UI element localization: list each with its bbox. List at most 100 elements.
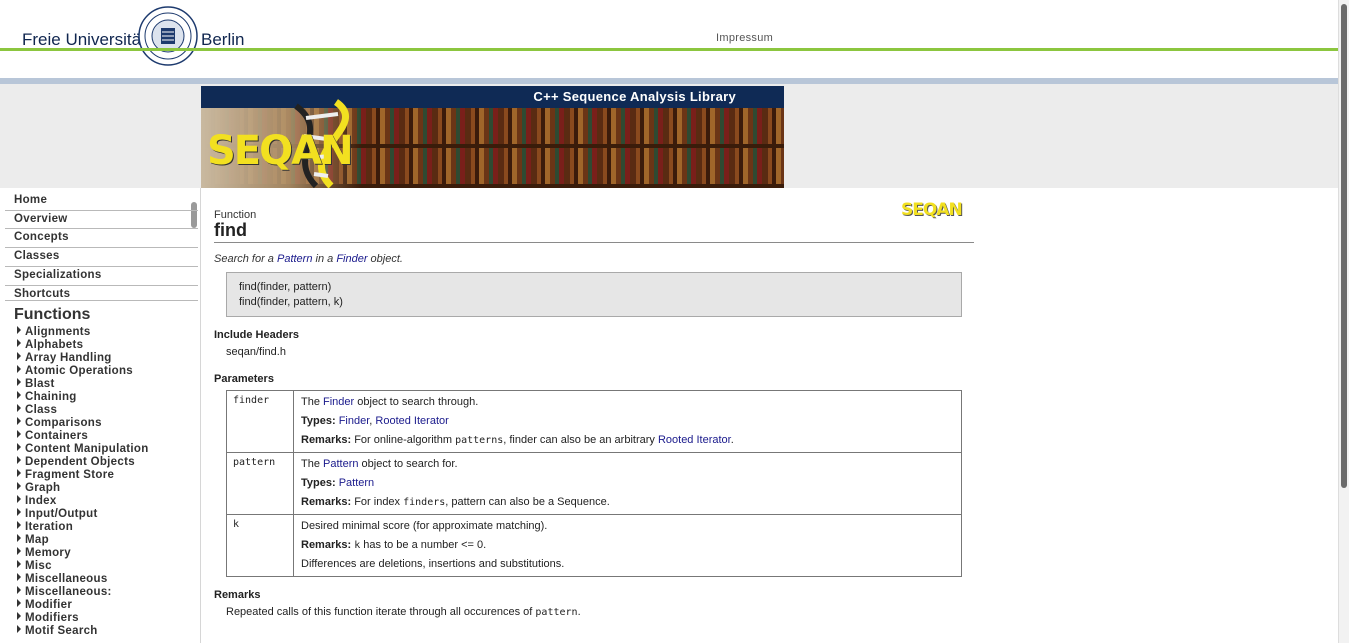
expand-triangle-icon — [17, 508, 21, 516]
pattern-link[interactable]: Pattern — [323, 458, 358, 470]
sidebar-item-shortcuts[interactable]: Shortcuts — [5, 286, 198, 301]
functions-item-array-handling[interactable]: Array Handling — [17, 352, 149, 365]
sidebar-item-label: Overview — [14, 213, 68, 225]
functions-item-modifiers[interactable]: Modifiers — [17, 612, 149, 625]
include-headers-heading: Include Headers — [214, 329, 299, 341]
param-name: k — [226, 514, 294, 577]
rooted-iterator-type-link[interactable]: Rooted Iterator — [375, 415, 448, 427]
seqan-banner[interactable]: C++ Sequence Analysis Library SEQAN — [201, 86, 784, 188]
remarks-text: Repeated calls of this function iterate … — [226, 606, 581, 618]
signature-line: find(finder, pattern) — [239, 281, 332, 293]
functions-item-miscellaneous[interactable]: Miscellaneous — [17, 573, 149, 586]
functions-item-iteration[interactable]: Iteration — [17, 521, 149, 534]
functions-item-blast[interactable]: Blast — [17, 378, 149, 391]
functions-item-atomic-operations[interactable]: Atomic Operations — [17, 365, 149, 378]
university-name-left[interactable]: Freie Universität — [22, 30, 146, 50]
sidebar-item-specializations[interactable]: Specializations — [5, 267, 198, 286]
functions-item-input-output[interactable]: Input/Output — [17, 508, 149, 521]
expand-triangle-icon — [17, 560, 21, 568]
functions-heading[interactable]: Functions — [14, 306, 90, 324]
header-divider — [0, 48, 1338, 51]
functions-item-misc[interactable]: Misc — [17, 560, 149, 573]
expand-triangle-icon — [17, 573, 21, 581]
expand-triangle-icon — [17, 534, 21, 542]
sidebar-item-home[interactable]: Home — [5, 192, 198, 211]
function-summary: Search for a Pattern in a Finder object. — [214, 253, 403, 265]
expand-triangle-icon — [17, 365, 21, 373]
university-header: Freie Universität Berlin Impressum — [0, 0, 1338, 78]
title-divider — [214, 242, 974, 243]
sidebar-item-label: Shortcuts — [14, 288, 71, 300]
pattern-link[interactable]: Pattern — [277, 253, 312, 265]
functions-item-dependent-objects[interactable]: Dependent Objects — [17, 456, 149, 469]
expand-triangle-icon — [17, 625, 21, 633]
parameters-table: finder The Finder object to search throu… — [226, 390, 962, 577]
sidebar-item-classes[interactable]: Classes — [5, 248, 198, 267]
expand-triangle-icon — [17, 404, 21, 412]
signature-line: find(finder, pattern, k) — [239, 296, 343, 308]
remarks-heading: Remarks — [214, 589, 261, 601]
functions-item-map[interactable]: Map — [17, 534, 149, 547]
parameters-heading: Parameters — [214, 373, 274, 385]
param-description: The Pattern object to search for. Types:… — [293, 452, 962, 515]
finder-link[interactable]: Finder — [323, 396, 354, 408]
university-seal-icon[interactable] — [138, 6, 198, 66]
functions-item-index[interactable]: Index — [17, 495, 149, 508]
pattern-type-link[interactable]: Pattern — [339, 477, 374, 489]
param-name: finder — [226, 390, 294, 453]
seqan-logo: SEQAN — [207, 128, 354, 174]
expand-triangle-icon — [17, 378, 21, 386]
sidebar: Home Overview Concepts Classes Specializ… — [0, 188, 201, 643]
expand-triangle-icon — [17, 339, 21, 347]
expand-triangle-icon — [17, 521, 21, 529]
functions-item-comparisons[interactable]: Comparisons — [17, 417, 149, 430]
expand-triangle-icon — [17, 495, 21, 503]
sidebar-item-label: Concepts — [14, 231, 69, 243]
functions-item-alignments[interactable]: Alignments — [17, 326, 149, 339]
functions-item-alphabets[interactable]: Alphabets — [17, 339, 149, 352]
sidebar-item-concepts[interactable]: Concepts — [5, 229, 198, 248]
table-row: pattern The Pattern object to search for… — [226, 452, 962, 515]
expand-triangle-icon — [17, 586, 21, 594]
impressum-link[interactable]: Impressum — [716, 32, 773, 44]
expand-triangle-icon — [17, 547, 21, 555]
functions-item-chaining[interactable]: Chaining — [17, 391, 149, 404]
expand-triangle-icon — [17, 599, 21, 607]
include-header-value: seqan/find.h — [226, 346, 286, 358]
page-title: find — [214, 220, 247, 240]
signature-box: find(finder, pattern) find(finder, patte… — [226, 272, 962, 317]
expand-triangle-icon — [17, 456, 21, 464]
functions-item-containers[interactable]: Containers — [17, 430, 149, 443]
expand-triangle-icon — [17, 417, 21, 425]
expand-triangle-icon — [17, 443, 21, 451]
page-scrollbar-thumb[interactable] — [1341, 4, 1347, 488]
param-name: pattern — [226, 452, 294, 515]
page-scrollbar[interactable] — [1338, 0, 1349, 643]
expand-triangle-icon — [17, 612, 21, 620]
functions-item-miscellaneous-colon[interactable]: Miscellaneous: — [17, 586, 149, 599]
expand-triangle-icon — [17, 326, 21, 334]
main-content: Function find SEQAN Search for a Pattern… — [201, 188, 1338, 643]
expand-triangle-icon — [17, 469, 21, 477]
functions-item-graph[interactable]: Graph — [17, 482, 149, 495]
functions-item-motif-search[interactable]: Motif Search — [17, 625, 149, 638]
rooted-iterator-link[interactable]: Rooted Iterator — [658, 434, 731, 446]
finder-link[interactable]: Finder — [336, 253, 367, 265]
university-name-right[interactable]: Berlin — [201, 30, 244, 50]
sidebar-item-label: Home — [14, 194, 48, 206]
seqan-small-logo[interactable]: SEQAN — [901, 200, 963, 220]
functions-item-fragment-store[interactable]: Fragment Store — [17, 469, 149, 482]
sidebar-item-label: Specializations — [14, 269, 102, 281]
table-row: finder The Finder object to search throu… — [226, 390, 962, 453]
functions-item-content-manipulation[interactable]: Content Manipulation — [17, 443, 149, 456]
functions-item-class[interactable]: Class — [17, 404, 149, 417]
finder-type-link[interactable]: Finder — [339, 415, 370, 427]
sidebar-item-label: Classes — [14, 250, 60, 262]
table-row: k Desired minimal score (for approximate… — [226, 514, 962, 577]
expand-triangle-icon — [17, 352, 21, 360]
functions-item-modifier[interactable]: Modifier — [17, 599, 149, 612]
functions-list: Alignments Alphabets Array Handling Atom… — [17, 326, 149, 638]
param-description: Desired minimal score (for approximate m… — [293, 514, 962, 577]
functions-item-memory[interactable]: Memory — [17, 547, 149, 560]
sidebar-item-overview[interactable]: Overview — [5, 211, 198, 229]
